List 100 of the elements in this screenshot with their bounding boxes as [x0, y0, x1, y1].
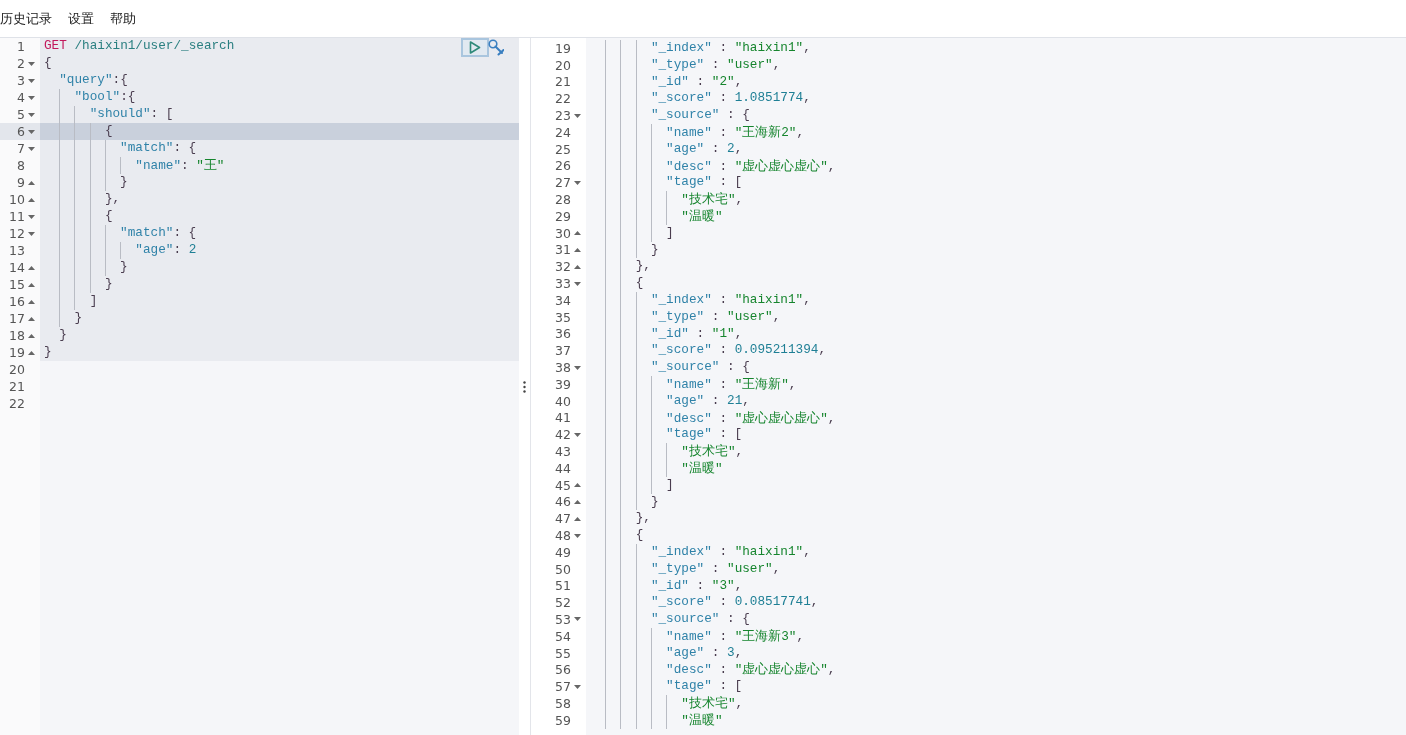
line-number: 35	[555, 309, 571, 325]
fold-arrow-icon[interactable]	[574, 180, 581, 185]
menu-item[interactable]: 帮助	[110, 9, 136, 28]
code-line: {	[635, 275, 644, 292]
fold-arrow-icon[interactable]	[574, 247, 581, 252]
fold-arrow-icon[interactable]	[28, 180, 35, 185]
line-number: 2	[17, 56, 25, 71]
play-icon	[469, 41, 481, 54]
code-line: {	[104, 208, 113, 225]
resize-handle-icon[interactable]	[523, 380, 526, 393]
menu-item[interactable]: 设置	[68, 9, 94, 28]
line-number: 50	[555, 561, 571, 577]
code-line: }	[59, 327, 67, 344]
wrench-icon[interactable]	[488, 39, 504, 56]
code-line: "_source" : {	[650, 107, 750, 124]
line-number: 19	[9, 345, 25, 360]
line-number: 44	[555, 460, 571, 476]
code-line: {	[104, 123, 113, 140]
code-line: "_type" : "user",	[650, 560, 781, 578]
code-line: "query":{	[59, 72, 128, 89]
line-number: 12	[9, 226, 25, 241]
line-number: 17	[9, 311, 25, 326]
line-number: 57	[555, 679, 571, 695]
line-number: 48	[555, 528, 571, 543]
fold-arrow-icon[interactable]	[28, 350, 35, 355]
line-number: 51	[555, 578, 571, 594]
line-number: 43	[555, 444, 571, 459]
code-line: "_score" : 1.0851774,	[650, 90, 811, 108]
fold-arrow-icon[interactable]	[28, 146, 35, 151]
fold-arrow-icon[interactable]	[28, 333, 35, 338]
line-number: 28	[555, 192, 571, 208]
line-number: 29	[555, 208, 571, 224]
code-line: "_score" : 0.095211394,	[650, 342, 827, 360]
line-number: 55	[555, 645, 571, 661]
code-line: "name" : "王海新",	[666, 375, 797, 393]
code-line: "age" : 21,	[666, 392, 750, 410]
code-line: ]	[666, 476, 674, 494]
fold-arrow-icon[interactable]	[28, 95, 35, 100]
line-number: 40	[555, 393, 571, 409]
fold-arrow-icon[interactable]	[28, 265, 35, 270]
run-button[interactable]	[461, 38, 489, 57]
code-line: "技术宅",	[681, 695, 744, 712]
code-line: GET /haixin1/user/_search	[44, 38, 235, 55]
code-line: "age" : 2,	[666, 140, 743, 158]
fold-arrow-icon[interactable]	[28, 299, 35, 304]
fold-arrow-icon[interactable]	[574, 231, 581, 236]
code-line: "_id" : "3",	[650, 577, 743, 595]
fold-arrow-icon[interactable]	[574, 617, 581, 622]
line-number: 37	[555, 343, 571, 359]
line-number: 13	[9, 243, 25, 258]
fold-arrow-icon[interactable]	[28, 78, 35, 83]
code-line: "tage" : [	[666, 174, 743, 192]
line-number: 5	[17, 107, 25, 122]
fold-arrow-icon[interactable]	[28, 129, 35, 134]
line-number: 3	[17, 73, 25, 88]
code-line: }	[650, 493, 659, 511]
fold-arrow-icon[interactable]	[28, 197, 35, 202]
fold-arrow-icon[interactable]	[574, 365, 581, 370]
fold-arrow-icon[interactable]	[28, 214, 35, 219]
code-line: "match": {	[120, 140, 197, 157]
code-line: "_id" : "2",	[650, 73, 743, 91]
fold-arrow-icon[interactable]	[28, 316, 35, 321]
fold-arrow-icon[interactable]	[574, 432, 581, 437]
fold-arrow-icon[interactable]	[574, 264, 581, 269]
code-line: "温暖"	[681, 711, 723, 729]
line-number: 11	[9, 209, 25, 224]
code-line: ]	[89, 293, 98, 310]
line-number: 14	[9, 260, 25, 275]
fold-arrow-icon[interactable]	[574, 113, 581, 118]
code-line: }	[104, 276, 113, 293]
fold-arrow-icon[interactable]	[574, 281, 581, 286]
code-line: }	[44, 344, 52, 361]
fold-arrow-icon[interactable]	[28, 282, 35, 287]
menu-item[interactable]: 历史记录	[0, 9, 52, 28]
fold-arrow-icon[interactable]	[28, 112, 35, 117]
line-number: 53	[555, 612, 571, 627]
code-line: "温暖"	[681, 207, 723, 225]
line-number: 32	[555, 259, 571, 275]
fold-arrow-icon[interactable]	[574, 684, 581, 689]
fold-arrow-icon[interactable]	[28, 231, 35, 236]
code-line: }	[120, 259, 128, 276]
line-number: 59	[555, 712, 571, 728]
code-line: "desc" : "虚心虚心虚心",	[666, 157, 836, 175]
line-number: 33	[555, 276, 571, 292]
code-line: "name" : "王海新3",	[666, 627, 805, 645]
fold-arrow-icon[interactable]	[28, 61, 35, 66]
fold-arrow-icon[interactable]	[574, 499, 581, 504]
fold-arrow-icon[interactable]	[574, 483, 581, 488]
code-line: "desc" : "虚心虚心虚心",	[666, 409, 836, 427]
line-number: 26	[555, 158, 571, 174]
fold-arrow-icon[interactable]	[574, 516, 581, 521]
fold-arrow-icon[interactable]	[574, 533, 581, 538]
line-number: 18	[9, 328, 25, 343]
code-line: "bool":{	[74, 89, 136, 106]
line-number: 6	[17, 124, 25, 139]
line-number: 19	[555, 40, 571, 56]
code-line: },	[635, 510, 651, 528]
line-number: 25	[555, 141, 571, 157]
line-number: 42	[555, 427, 571, 443]
code-line: "tage" : [	[666, 426, 743, 444]
